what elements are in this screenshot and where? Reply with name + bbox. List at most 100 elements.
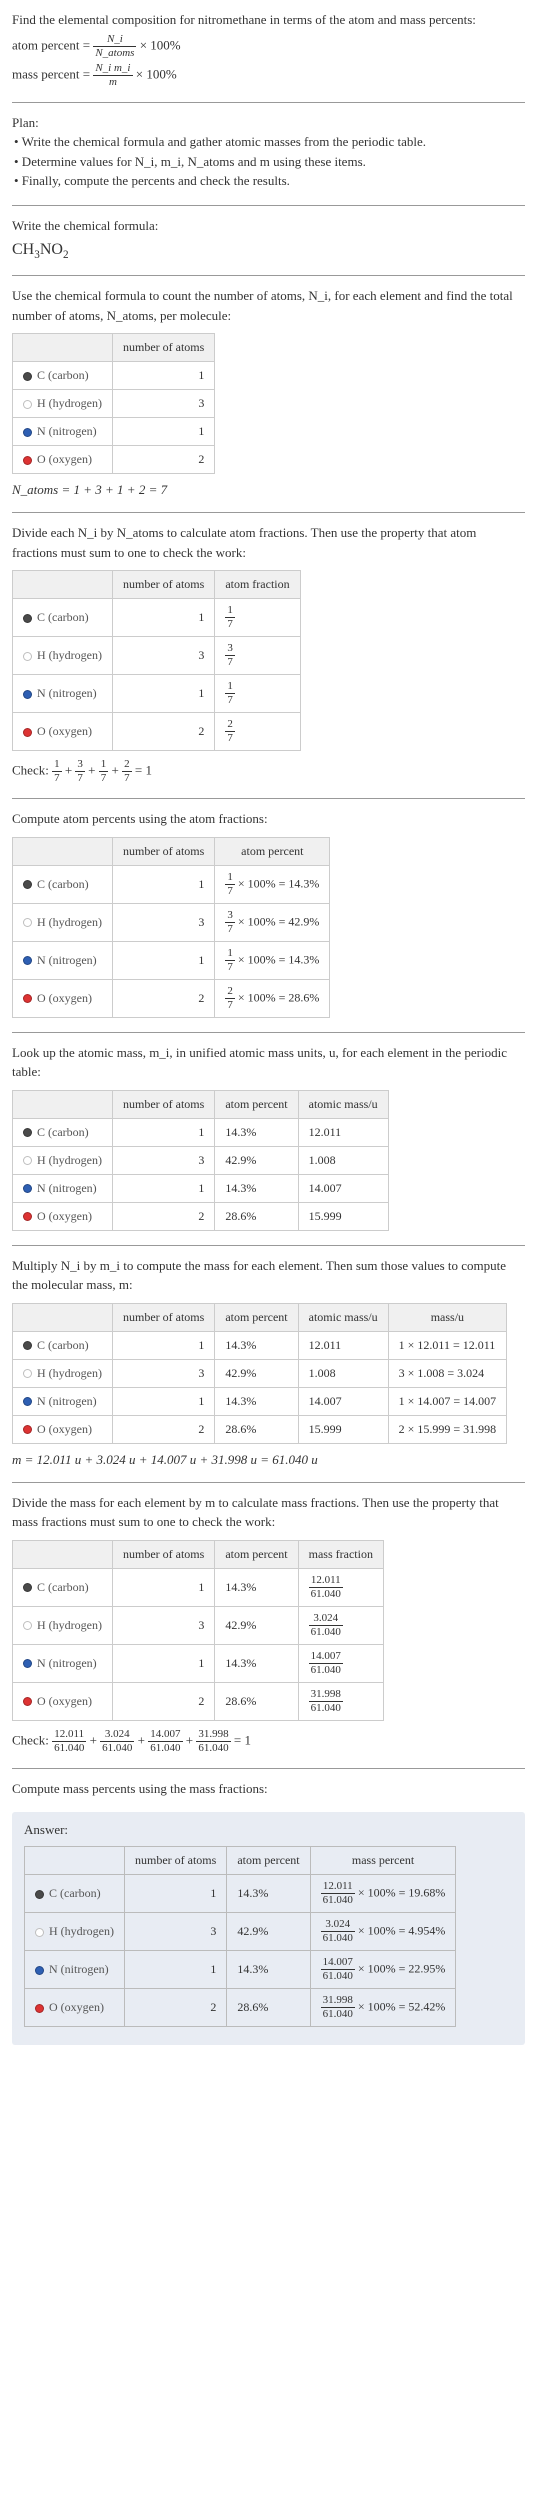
formula-text: Write the chemical formula:: [12, 216, 525, 236]
element-dot-icon: [23, 1397, 32, 1406]
check-mass-fraction: Check: 12.01161.040 + 3.02461.040 + 14.0…: [12, 1729, 525, 1754]
element-dot-icon: [23, 1212, 32, 1221]
table-row: N (nitrogen)114.3%14.007: [13, 1174, 389, 1202]
mass-lookup-text: Look up the atomic mass, m_i, in unified…: [12, 1043, 525, 1082]
element-dot-icon: [23, 1583, 32, 1592]
table-row: C (carbon)114.3%12.01161.040 × 100% = 19…: [25, 1875, 456, 1913]
table-row: N (nitrogen)114.3%14.00761.040 × 100% = …: [25, 1951, 456, 1989]
element-dot-icon: [23, 1659, 32, 1668]
count-text: Use the chemical formula to count the nu…: [12, 286, 525, 325]
element-dot-icon: [23, 1341, 32, 1350]
atomic-mass-table: number of atomsatom percentatomic mass/u…: [12, 1090, 389, 1231]
table-row: C (carbon)114.3%12.011: [13, 1118, 389, 1146]
mass-frac-text: Divide the mass for each element by m to…: [12, 1493, 525, 1532]
divider: [12, 512, 525, 513]
divider: [12, 1482, 525, 1483]
element-dot-icon: [23, 372, 32, 381]
table-row: C (carbon)117: [13, 599, 301, 637]
element-dot-icon: [23, 880, 32, 889]
divider: [12, 205, 525, 206]
table-row: C (carbon)114.3%12.0111 × 12.011 = 12.01…: [13, 1331, 507, 1359]
plan-b2: • Determine values for N_i, m_i, N_atoms…: [12, 152, 525, 172]
atom-pct-text: Compute atom percents using the atom fra…: [12, 809, 525, 829]
divider: [12, 1245, 525, 1246]
col-atoms: number of atoms: [112, 334, 214, 362]
divider: [12, 275, 525, 276]
element-dot-icon: [23, 614, 32, 623]
table-row: O (oxygen)228.6%15.999: [13, 1202, 389, 1230]
element-label: C (carbon): [37, 368, 89, 382]
count-block: Use the chemical formula to count the nu…: [12, 286, 525, 498]
table-row: H (hydrogen)3: [13, 390, 215, 418]
mass-fraction-table: number of atomsatom percentmass fraction…: [12, 1540, 384, 1721]
element-dot-icon: [23, 456, 32, 465]
element-dot-icon: [23, 1156, 32, 1165]
element-dot-icon: [23, 1697, 32, 1706]
molecular-mass-block: Multiply N_i by m_i to compute the mass …: [12, 1256, 525, 1468]
atom-fraction-block: Divide each N_i by N_atoms to calculate …: [12, 523, 525, 784]
element-dot-icon: [23, 994, 32, 1003]
plan-header: Plan:: [12, 113, 525, 133]
divider: [12, 798, 525, 799]
element-dot-icon: [23, 1425, 32, 1434]
divider: [12, 1032, 525, 1033]
table-row: O (oxygen)228.6%15.9992 × 15.999 = 31.99…: [13, 1415, 507, 1443]
mass-fraction-block: Divide the mass for each element by m to…: [12, 1493, 525, 1754]
answer-table: number of atomsatom percentmass percent …: [24, 1846, 456, 2027]
mass-percent-text: Compute mass percents using the mass fra…: [12, 1779, 525, 1799]
atom-percent-formula: atom percent = N_iN_atoms × 100%: [12, 34, 525, 59]
table-row: O (oxygen)228.6%31.99861.040: [13, 1682, 384, 1720]
element-dot-icon: [23, 652, 32, 661]
atom-percent-table: number of atomsatom percent C (carbon)11…: [12, 837, 330, 1018]
element-dot-icon: [23, 1184, 32, 1193]
divider: [12, 1768, 525, 1769]
element-label: N (nitrogen): [37, 424, 97, 438]
table-row: N (nitrogen)1: [13, 418, 215, 446]
element-dot-icon: [23, 690, 32, 699]
atom-percent-block: Compute atom percents using the atom fra…: [12, 809, 525, 1018]
atoms-table: number of atoms C (carbon)1 H (hydrogen)…: [12, 333, 215, 474]
element-dot-icon: [23, 1621, 32, 1630]
element-label: O (oxygen): [37, 452, 92, 466]
table-row: C (carbon)114.3%12.01161.040: [13, 1568, 384, 1606]
table-row: H (hydrogen)342.9%3.02461.040 × 100% = 4…: [25, 1913, 456, 1951]
table-row: N (nitrogen)114.3%14.0071 × 14.007 = 14.…: [13, 1387, 507, 1415]
element-dot-icon: [35, 1890, 44, 1899]
answer-box: Answer: number of atomsatom percentmass …: [12, 1812, 525, 2045]
table-row: N (nitrogen)117 × 100% = 14.3%: [13, 941, 330, 979]
element-dot-icon: [35, 1966, 44, 1975]
intro-line1: Find the elemental composition for nitro…: [12, 10, 525, 30]
chemical-formula: CH3NO2: [12, 241, 525, 261]
frac-text: Divide each N_i by N_atoms to calculate …: [12, 523, 525, 562]
table-row: H (hydrogen)337: [13, 637, 301, 675]
plan: Plan: • Write the chemical formula and g…: [12, 113, 525, 191]
formula-block: Write the chemical formula: CH3NO2: [12, 216, 525, 262]
intro: Find the elemental composition for nitro…: [12, 10, 525, 88]
table-row: N (nitrogen)117: [13, 675, 301, 713]
element-dot-icon: [35, 1928, 44, 1937]
mass-lookup-block: Look up the atomic mass, m_i, in unified…: [12, 1043, 525, 1231]
element-dot-icon: [35, 2004, 44, 2013]
mass-percent-formula: mass percent = N_i m_im × 100%: [12, 63, 525, 88]
table-row: N (nitrogen)114.3%14.00761.040: [13, 1644, 384, 1682]
divider: [12, 102, 525, 103]
plan-b1: • Write the chemical formula and gather …: [12, 132, 525, 152]
table-row: C (carbon)1: [13, 362, 215, 390]
table-row: O (oxygen)2: [13, 446, 215, 474]
molecular-mass-table: number of atomsatom percentatomic mass/u…: [12, 1303, 507, 1444]
m-equation: m = 12.011 u + 3.024 u + 14.007 u + 31.9…: [12, 1452, 525, 1468]
element-dot-icon: [23, 956, 32, 965]
element-dot-icon: [23, 1369, 32, 1378]
element-dot-icon: [23, 400, 32, 409]
element-label: H (hydrogen): [37, 396, 102, 410]
mol-mass-text: Multiply N_i by m_i to compute the mass …: [12, 1256, 525, 1295]
table-row: H (hydrogen)342.9%1.008: [13, 1146, 389, 1174]
element-dot-icon: [23, 918, 32, 927]
table-row: H (hydrogen)337 × 100% = 42.9%: [13, 903, 330, 941]
table-row: C (carbon)117 × 100% = 14.3%: [13, 865, 330, 903]
atom-fraction-table: number of atomsatom fraction C (carbon)1…: [12, 570, 301, 751]
answer-label: Answer:: [24, 1822, 513, 1838]
check-atom-fraction: Check: 17 + 37 + 17 + 27 = 1: [12, 759, 525, 784]
table-row: H (hydrogen)342.9%3.02461.040: [13, 1606, 384, 1644]
element-dot-icon: [23, 728, 32, 737]
